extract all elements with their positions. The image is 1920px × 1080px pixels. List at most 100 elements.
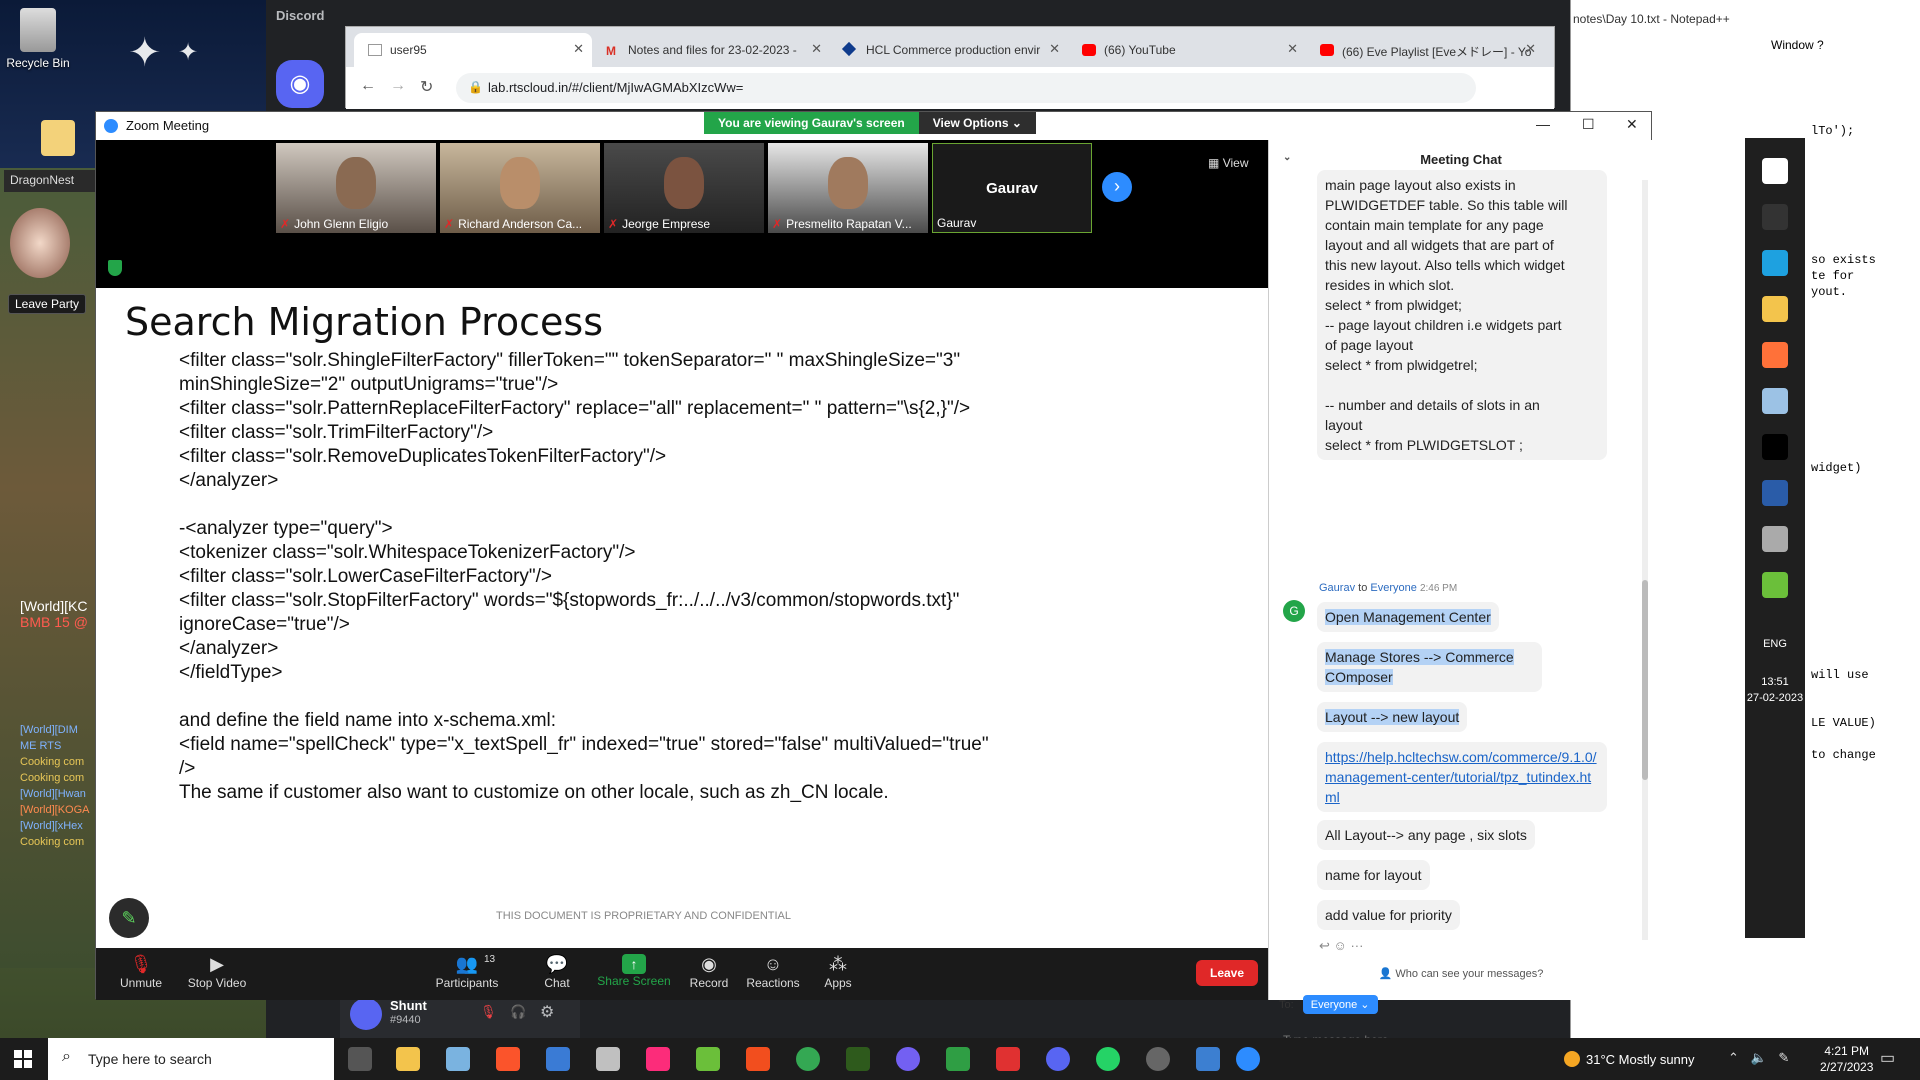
next-page-arrow-icon[interactable]: ›	[1102, 172, 1132, 202]
notepad-line: so exists	[1811, 253, 1876, 267]
chat-scrollbar[interactable]	[1642, 180, 1648, 940]
browser-tab[interactable]: (66) YouTube ✕	[1068, 33, 1306, 67]
app-icon[interactable]	[1196, 1047, 1220, 1071]
brave-browser-icon[interactable]	[496, 1047, 520, 1071]
more-options-icon[interactable]: ···	[1350, 938, 1363, 953]
app-icon[interactable]	[1146, 1047, 1170, 1071]
windows-icon[interactable]	[1762, 158, 1788, 184]
zoom-window-title: Zoom Meeting	[126, 118, 210, 133]
app-icon[interactable]	[546, 1047, 570, 1071]
chat-message-text: All Layout--> any page , six slots	[1325, 827, 1527, 843]
chat-message-link[interactable]: https://help.hcltechsw.com/commerce/9.1.…	[1325, 749, 1597, 805]
notepad-plus-icon[interactable]	[696, 1047, 720, 1071]
reply-icon[interactable]: ↩	[1319, 938, 1330, 953]
close-tab-icon[interactable]: ✕	[573, 41, 584, 57]
participants-button[interactable]: 👥 13 Participants	[422, 954, 512, 990]
speaker-icon[interactable]: 🔈	[1751, 1050, 1767, 1065]
weather-widget[interactable]: 31°C Mostly sunny	[1564, 1051, 1695, 1067]
edge-icon[interactable]	[1762, 250, 1788, 276]
mute-icon[interactable]: 🎙	[480, 1004, 497, 1020]
browser-tab[interactable]: M Notes and files for 23-02-2023 - ✕	[592, 33, 830, 67]
apps-button[interactable]: ⁂ Apps	[793, 954, 883, 990]
start-button-windows-icon[interactable]	[14, 1050, 32, 1068]
avatar[interactable]: G	[1283, 600, 1305, 622]
active-speaker-tile[interactable]: Gaurav Gaurav	[932, 143, 1092, 233]
app-icon[interactable]	[446, 1047, 470, 1071]
task-view-icon[interactable]	[348, 1047, 372, 1071]
app-icon[interactable]	[946, 1047, 970, 1071]
leave-meeting-button[interactable]: Leave	[1196, 960, 1259, 986]
browser-tab[interactable]: user95 ✕	[354, 33, 592, 67]
discord-home-icon[interactable]: ◉	[276, 60, 324, 108]
close-tab-icon[interactable]: ✕	[1049, 41, 1060, 57]
add-reaction-icon[interactable]: ☺	[1334, 938, 1347, 953]
headphones-icon[interactable]: 🎧	[510, 1004, 526, 1020]
recipient-dropdown[interactable]: Everyone ⌄	[1302, 995, 1378, 1014]
whatsapp-icon[interactable]	[1096, 1047, 1120, 1071]
chrome-icon[interactable]	[796, 1047, 820, 1071]
stop-video-button[interactable]: ▶ Stop Video	[172, 954, 262, 990]
participant-video-tile[interactable]: ✗ Presmelito Rapatan V...	[768, 143, 928, 233]
annotate-pen-icon[interactable]: ✎	[109, 898, 149, 938]
database-icon[interactable]	[1762, 526, 1788, 552]
forward-arrow-icon[interactable]: →	[390, 77, 406, 95]
sender-name[interactable]: Gaurav	[1319, 582, 1355, 594]
back-arrow-icon[interactable]: ←	[360, 77, 376, 95]
who-can-see-link[interactable]: 👤 Who can see your messages?	[1269, 967, 1653, 980]
intellij-icon[interactable]	[646, 1047, 670, 1071]
language-indicator[interactable]: ENG	[1745, 638, 1805, 650]
pen-icon[interactable]: ✎	[1778, 1050, 1789, 1065]
recycle-bin-desktop-icon[interactable]: Recycle Bin	[0, 8, 76, 70]
firefox-icon[interactable]	[1762, 342, 1788, 368]
maximize-icon[interactable]: ☐	[1582, 116, 1595, 133]
chat-message-line: PLWIDGETDEF table. So this table will	[1325, 197, 1568, 213]
document-line: <tokenizer class="solr.WhitespaceTokeniz…	[179, 542, 636, 563]
settings-gear-icon[interactable]: ⚙	[540, 1002, 554, 1022]
close-tab-icon[interactable]: ✕	[1525, 41, 1536, 57]
zoom-icon[interactable]	[1236, 1047, 1260, 1071]
browser-tab[interactable]: HCL Commerce production envir ✕	[830, 33, 1068, 67]
system-tray[interactable]: ⌃ 🔈 ✎	[1728, 1050, 1789, 1066]
participant-video-tile[interactable]: ✗ Jeorge Emprese	[604, 143, 764, 233]
leave-party-button[interactable]: Leave Party	[8, 294, 87, 314]
viber-icon[interactable]	[896, 1047, 920, 1071]
browser-tab[interactable]: (66) Eve Playlist [Eveメドレー] - Yo ✕	[1306, 33, 1544, 67]
app-icon[interactable]	[1762, 388, 1788, 414]
close-icon[interactable]: ✕	[1626, 116, 1638, 133]
notepad-plus-icon[interactable]	[1762, 572, 1788, 598]
terminal-icon[interactable]	[1762, 434, 1788, 460]
close-tab-icon[interactable]: ✕	[811, 41, 822, 57]
app-icon[interactable]	[596, 1047, 620, 1071]
speaker-name: Gaurav	[937, 216, 977, 230]
participant-video-tile[interactable]: ✗ John Glenn Eligio	[276, 143, 436, 233]
folder-desktop-icon[interactable]	[20, 120, 96, 160]
zoom-meeting-window[interactable]: Zoom Meeting You are viewing Gaurav's sc…	[95, 111, 1653, 1047]
address-bar[interactable]: 🔒 lab.rtscloud.in/#/client/MjIwAGMAbXIzc…	[456, 73, 1476, 103]
notification-icon[interactable]: ▭	[1880, 1048, 1895, 1068]
search-icon[interactable]	[1762, 204, 1788, 230]
minimize-icon[interactable]: —	[1536, 116, 1550, 132]
taskbar-clock[interactable]: 4:21 PM 2/27/2023	[1820, 1043, 1873, 1075]
app-icon[interactable]	[846, 1047, 870, 1071]
view-button[interactable]: ▦ View	[1208, 156, 1248, 170]
notepad-menu[interactable]: Window ?	[1771, 38, 1824, 52]
participant-video-tile[interactable]: ✗ Richard Anderson Ca...	[440, 143, 600, 233]
close-tab-icon[interactable]: ✕	[1287, 41, 1298, 57]
file-explorer-icon[interactable]	[396, 1047, 420, 1071]
chevron-up-icon[interactable]: ⌃	[1728, 1050, 1739, 1065]
view-options-button[interactable]: View Options ⌄	[918, 112, 1036, 134]
participant-name: ✗ Richard Anderson Ca...	[444, 217, 582, 231]
powershell-icon[interactable]	[1762, 480, 1788, 506]
figma-icon[interactable]	[746, 1047, 770, 1071]
browser-window[interactable]: user95 ✕ M Notes and files for 23-02-202…	[345, 26, 1555, 109]
taskbar-search-placeholder: Type here to search	[88, 1051, 212, 1067]
dragonnest-game-window[interactable]: DragonNest Leave Party [World][KC BMB 15…	[0, 168, 96, 968]
collapse-chevron-icon[interactable]: ⌄	[1283, 152, 1291, 163]
chat-scrollbar-thumb[interactable]	[1642, 580, 1648, 780]
folder-icon[interactable]	[1762, 296, 1788, 322]
discord-icon[interactable]	[1046, 1047, 1070, 1071]
reload-icon[interactable]: ↻	[420, 77, 433, 97]
recipient-name[interactable]: Everyone	[1370, 582, 1416, 594]
taskbar-search[interactable]: ⌕ Type here to search	[48, 1038, 334, 1080]
app-icon[interactable]	[996, 1047, 1020, 1071]
